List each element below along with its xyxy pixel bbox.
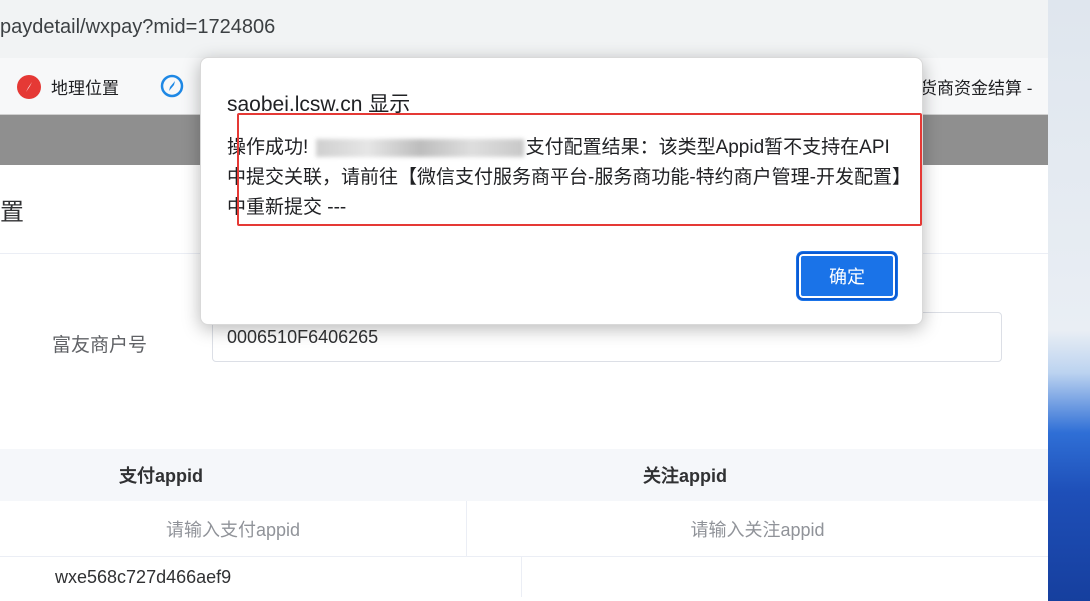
red-compass-icon [17, 74, 41, 99]
column-header-follow-appid: 关注appid [643, 466, 727, 486]
bookmark-label: 货商资金结算 - [920, 79, 1033, 98]
bookmark-location[interactable]: 地理位置 [17, 74, 119, 99]
ok-button[interactable]: 确定 [797, 252, 897, 300]
pay-appid-input[interactable]: 请输入支付appid [0, 501, 467, 556]
bookmark-settlement[interactable]: 货商资金结算 - [920, 74, 1032, 99]
pay-appid-value: wxe568c727d466aef9 [0, 557, 522, 597]
table-header: 支付appid 关注appid [0, 449, 1048, 501]
bookmark-label: 地理位置 [51, 79, 119, 98]
page-title: 置 [0, 199, 24, 226]
alert-dialog: saobei.lcsw.cn 显示 操作成功! 支付配置结果：该类型Appid暂… [200, 57, 923, 325]
follow-appid-input[interactable]: 请输入关注appid [467, 501, 1048, 556]
bookmark-blue[interactable] [160, 74, 184, 103]
url-text[interactable]: paydetail/wxpay?mid=1724806 [0, 16, 275, 39]
table-row: 请输入支付appid 请输入关注appid [0, 501, 1048, 557]
blue-circle-icon [160, 74, 184, 103]
red-highlight-box [237, 113, 922, 226]
follow-appid-value [522, 557, 1048, 597]
appid-table: 支付appid 关注appid 请输入支付appid 请输入关注appid wx… [0, 449, 1048, 597]
merchant-id-label: 富友商户号 [52, 335, 148, 356]
address-bar[interactable]: paydetail/wxpay?mid=1724806 [0, 0, 1048, 59]
table-row: wxe568c727d466aef9 [0, 557, 1048, 597]
desktop-wallpaper [1048, 0, 1090, 601]
column-header-pay-appid: 支付appid [119, 466, 203, 486]
